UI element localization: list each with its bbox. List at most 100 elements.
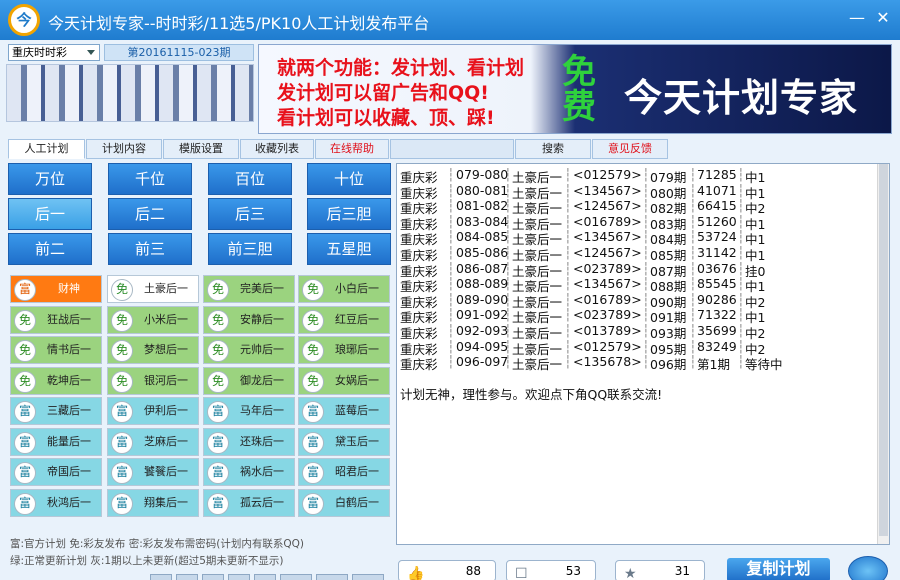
column-separator: ┆ (504, 245, 512, 260)
position-button-qian2[interactable]: 前二 (8, 233, 92, 265)
plan-item[interactable]: 富马年后一 (203, 397, 295, 425)
position-button-shi[interactable]: 十位 (307, 163, 391, 195)
plan-item[interactable]: 富帝国后一 (10, 458, 102, 486)
plan-item[interactable]: 免土豪后一 (107, 275, 199, 303)
plan-item[interactable]: 免小白后一 (298, 275, 390, 303)
plan-item[interactable]: 富孤云后一 (203, 488, 295, 517)
position-button-hou3[interactable]: 后三 (208, 198, 292, 230)
plan-item[interactable]: 富秋鸿后一 (10, 488, 102, 517)
plan-item[interactable]: 免梦想后一 (107, 336, 199, 364)
plan-item[interactable]: 免狂战后一 (10, 305, 102, 334)
page-box[interactable] (352, 574, 384, 580)
plan-item[interactable]: 富 财神 (10, 275, 102, 303)
page-box[interactable] (150, 574, 172, 580)
like-button[interactable]: 👍 88 (398, 560, 496, 580)
position-button-wuxingdan[interactable]: 五星胆 (307, 233, 391, 265)
plan-item[interactable]: 免御龙后一 (203, 366, 295, 395)
page-box[interactable] (176, 574, 198, 580)
column-separator: ┆ (504, 229, 512, 245)
table-cell: 092-093 (456, 323, 509, 338)
column-separator: ┆ (564, 213, 572, 229)
search-button[interactable]: 搜索 (515, 139, 591, 159)
position-button-qian3dan[interactable]: 前三胆 (208, 233, 292, 265)
plan-item[interactable]: 富能量后一 (10, 427, 102, 456)
page-box[interactable] (228, 574, 250, 580)
table-cell: 83249 (697, 338, 737, 354)
tab-online-help[interactable]: 在线帮助 (315, 139, 389, 159)
banner-line-3: 看计划可以收藏、顶、踩! (277, 107, 495, 129)
minimize-button[interactable]: — (846, 8, 868, 28)
lottery-type-value: 重庆时时彩 (12, 46, 67, 59)
tab-favorites[interactable]: 收藏列表 (240, 139, 314, 159)
column-separator: ┆ (504, 182, 512, 198)
column-separator: ┆ (642, 323, 650, 338)
page-box[interactable] (202, 574, 224, 580)
position-button-bai[interactable]: 百位 (208, 163, 292, 195)
table-cell: <134567> (573, 182, 642, 198)
free-badge-icon: 免 (207, 309, 229, 332)
plan-name: 元帅后一 (240, 343, 284, 356)
position-button-hou2[interactable]: 后二 (108, 198, 192, 230)
column-separator: ┆ (642, 276, 650, 292)
plan-results-panel[interactable]: 重庆彩 079-080 土豪后一 <012579> 079期 71285 中1 ┆ ┆ ┆ ┆ ┆ ┆ 重… (396, 163, 890, 545)
position-button-hou1[interactable]: 后一 (8, 198, 92, 230)
official-badge-icon: 富 (14, 492, 36, 515)
star-icon: ★ (624, 566, 637, 580)
scrollbar-thumb[interactable] (879, 164, 888, 536)
column-separator: ┆ (737, 213, 745, 229)
plan-item[interactable]: 富芝麻后一 (107, 427, 199, 456)
plan-item[interactable]: 免琅琊后一 (298, 336, 390, 364)
plan-item[interactable]: 免元帅后一 (203, 336, 295, 364)
column-separator: ┆ (737, 291, 745, 307)
column-separator: ┆ (564, 276, 572, 292)
plan-item[interactable]: 免安静后一 (203, 305, 295, 334)
scrollbar[interactable] (877, 164, 889, 544)
plan-item[interactable]: 免小米后一 (107, 305, 199, 334)
close-button[interactable]: ✕ (872, 8, 894, 28)
position-button-qian3[interactable]: 前三 (108, 233, 192, 265)
column-separator: ┆ (642, 245, 650, 260)
tab-template-settings[interactable]: 模版设置 (163, 139, 239, 159)
plan-item[interactable]: 富还珠后一 (203, 427, 295, 456)
page-box[interactable] (254, 574, 276, 580)
plan-item[interactable]: 富饕餮后一 (107, 458, 199, 486)
search-input[interactable] (390, 139, 514, 159)
qq-contact-icon[interactable] (848, 556, 888, 580)
column-separator: ┆ (447, 229, 455, 245)
page-box[interactable] (316, 574, 348, 580)
plan-item[interactable]: 免红豆后一 (298, 305, 390, 334)
plan-item[interactable]: 富昭君后一 (298, 458, 390, 486)
plan-item[interactable]: 富翔集后一 (107, 488, 199, 517)
plan-item[interactable]: 免情书后一 (10, 336, 102, 364)
plan-item[interactable]: 富三藏后一 (10, 397, 102, 425)
plan-item[interactable]: 富蓝莓后一 (298, 397, 390, 425)
position-button-qian[interactable]: 千位 (108, 163, 192, 195)
copy-plan-button[interactable]: 复制计划 (727, 558, 830, 580)
table-cell: 71322 (697, 307, 737, 323)
plan-item[interactable]: 富黛玉后一 (298, 427, 390, 456)
comment-button[interactable]: ☐ 53 (506, 560, 596, 580)
table-row: 重庆彩 083-084 土豪后一 <016789> 083期 51260 中1 ┆ ┆ ┆ ┆ ┆ ┆ (400, 213, 870, 232)
plan-item[interactable]: 免乾坤后一 (10, 366, 102, 395)
table-cell: 081-082 (456, 198, 509, 214)
feedback-button[interactable]: 意见反馈 (592, 139, 668, 159)
ad-banner[interactable]: 就两个功能：发计划、看计划 发计划可以留广告和QQ! 看计划可以收藏、顶、踩! … (258, 44, 892, 134)
column-separator: ┆ (689, 260, 697, 276)
favorite-button[interactable]: ★ 31 (615, 560, 705, 580)
position-button-hou3dan[interactable]: 后三胆 (307, 198, 391, 230)
plan-item[interactable]: 富伊利后一 (107, 397, 199, 425)
tab-manual-plan[interactable]: 人工计划 (8, 139, 85, 159)
plan-item[interactable]: 免完美后一 (203, 275, 295, 303)
table-cell: 90286 (697, 291, 737, 307)
plan-item[interactable]: 富祸水后一 (203, 458, 295, 486)
column-separator: ┆ (642, 198, 650, 214)
plan-item[interactable]: 免银河后一 (107, 366, 199, 395)
tab-plan-content[interactable]: 计划内容 (86, 139, 162, 159)
plan-item[interactable]: 富白鹤后一 (298, 488, 390, 517)
page-box[interactable] (280, 574, 312, 580)
lottery-type-dropdown[interactable]: 重庆时时彩 (8, 44, 100, 61)
column-separator: ┆ (689, 323, 697, 338)
table-cell: <124567> (573, 198, 642, 214)
position-button-wan[interactable]: 万位 (8, 163, 92, 195)
plan-item[interactable]: 免女娲后一 (298, 366, 390, 395)
